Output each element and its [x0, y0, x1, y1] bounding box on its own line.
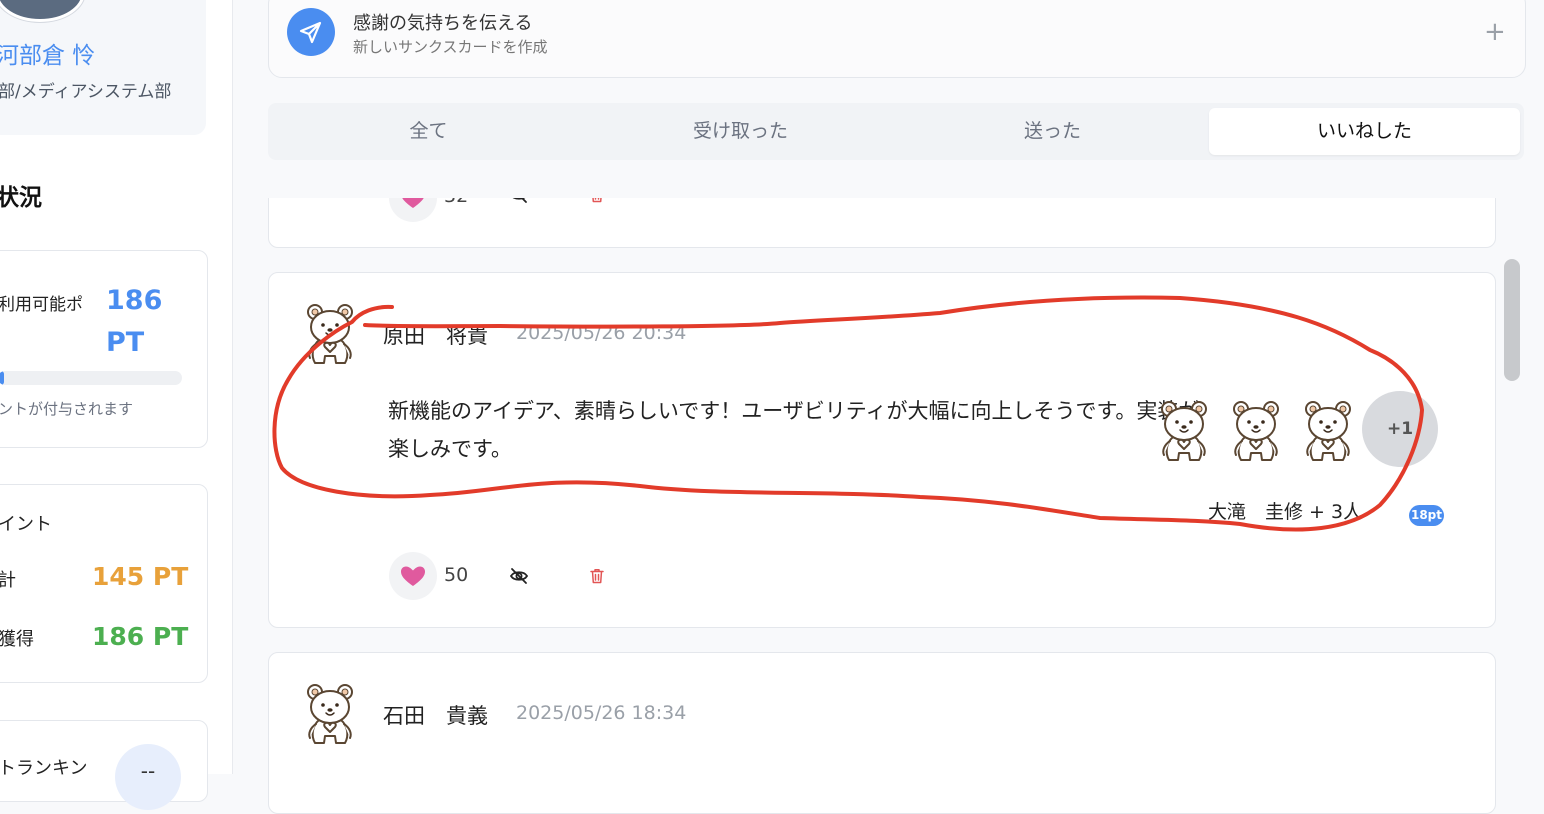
- ranking-badge: --: [115, 744, 181, 810]
- scrollbar-thumb[interactable]: [1504, 259, 1520, 381]
- status-section-title: 状況: [0, 185, 42, 211]
- progress-fill: [0, 371, 4, 385]
- post-date-next: 2025/05/26 18:34: [516, 702, 687, 724]
- tab-all[interactable]: 全て: [273, 103, 584, 160]
- tab-sent[interactable]: 送った: [897, 103, 1208, 160]
- more-likers-badge[interactable]: +1: [1362, 391, 1438, 467]
- plus-icon[interactable]: +: [1484, 19, 1506, 45]
- available-points-progress: [0, 371, 182, 385]
- points-earned-value: 186 PT: [92, 622, 189, 651]
- hide-icon[interactable]: [508, 565, 530, 587]
- likers-text: 大滝 圭修 + 3人: [1208, 501, 1363, 523]
- bear-avatar-icon[interactable]: [302, 300, 358, 366]
- tab-liked[interactable]: いいねした: [1209, 108, 1520, 155]
- available-points-unit: PT: [106, 327, 145, 358]
- available-points-number: 186: [106, 285, 163, 316]
- liker-bear-icon[interactable]: [1156, 397, 1212, 463]
- bear-avatar-icon[interactable]: [302, 680, 358, 746]
- post-card-next: [268, 652, 1496, 814]
- points-heading: イント: [0, 514, 52, 535]
- like-count: 50: [444, 564, 469, 586]
- tab-received[interactable]: 受け取った: [585, 103, 896, 160]
- post-date: 2025/05/26 20:34: [516, 322, 687, 344]
- post-author[interactable]: 原田 将貴: [383, 320, 488, 350]
- send-icon[interactable]: [287, 8, 335, 56]
- post-author-next[interactable]: 石田 貴義: [383, 700, 488, 730]
- scroll-mask: [260, 160, 1510, 198]
- points-earned-label: 獲得: [0, 629, 34, 650]
- post-message: 新機能のアイデア、素晴らしいです！ユーザビリティが大幅に向上しそうです。実装が楽…: [388, 399, 1200, 461]
- liker-bear-icon[interactable]: [1228, 397, 1284, 463]
- liker-bear-icon[interactable]: [1300, 397, 1356, 463]
- points-badge: 18pt: [1409, 505, 1444, 526]
- available-points-note: ントが付与されます: [0, 400, 134, 418]
- user-name[interactable]: 河部倉 怜: [0, 36, 95, 70]
- points-total-value: 145 PT: [92, 562, 189, 591]
- create-card-title: 感謝の気持ちを伝える: [353, 13, 533, 34]
- available-points-label: 利用可能ポ: [0, 295, 83, 315]
- heart-icon: [401, 566, 425, 586]
- points-total-label: 計: [0, 570, 16, 591]
- create-card-subtitle: 新しいサンクスカードを作成: [353, 38, 548, 56]
- department-label: 部/メディアシステム部: [0, 82, 172, 102]
- available-points-value: 186 PT: [106, 280, 176, 364]
- like-button[interactable]: [389, 552, 437, 600]
- ranking-label: トランキン: [0, 758, 88, 779]
- delete-icon[interactable]: [588, 567, 606, 585]
